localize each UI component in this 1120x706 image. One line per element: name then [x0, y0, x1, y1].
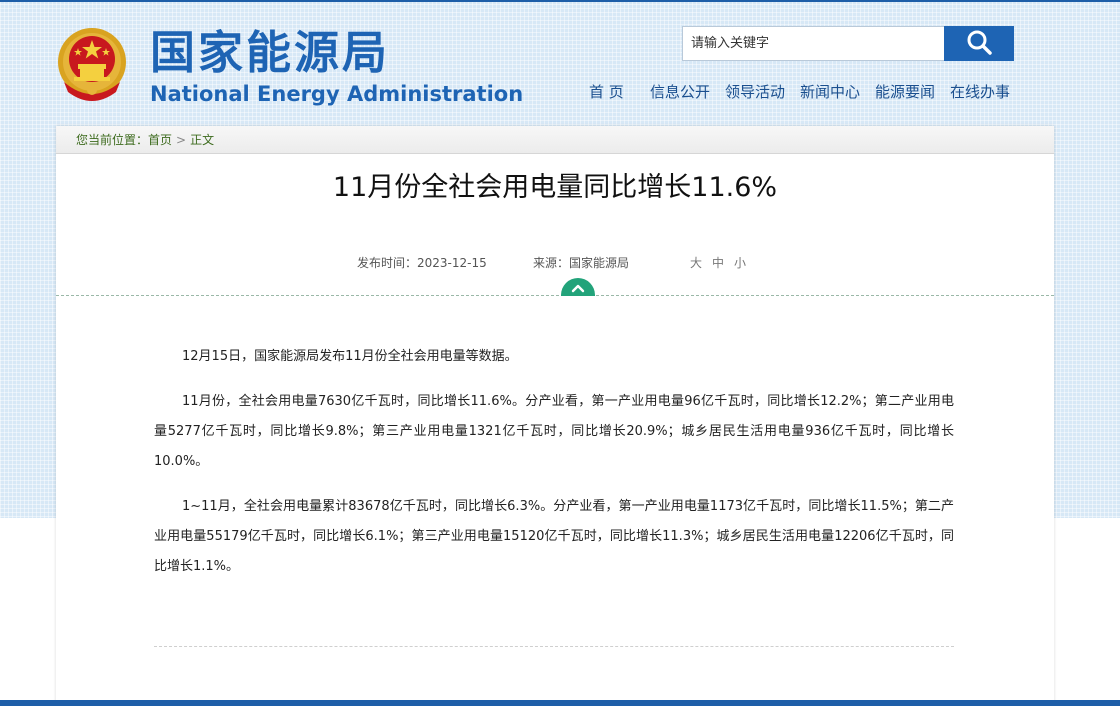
nav-item-home[interactable]: 首 页 — [589, 80, 624, 104]
search-input[interactable] — [683, 27, 945, 60]
content-panel: 您当前位置：首页 > 正文 11月份全社会用电量同比增长11.6% 发布时间：202… — [56, 126, 1054, 706]
search-bar — [682, 26, 1014, 61]
article-source: 来源：国家能源局 — [533, 256, 630, 270]
article-title: 11月份全社会用电量同比增长11.6% — [332, 172, 778, 203]
nav-item-info-disclosure[interactable]: 信息公开 — [650, 80, 710, 104]
breadcrumb-prefix: 您当前位置： — [76, 133, 149, 147]
national-emblem-icon[interactable] — [56, 26, 128, 102]
font-size-small[interactable]: 小 — [734, 254, 746, 272]
font-size-large[interactable]: 大 — [690, 254, 702, 272]
publish-date: 发布时间：2023-12-15 — [357, 256, 487, 270]
top-border — [0, 0, 1120, 2]
site-logo-chinese[interactable]: 国家能源局 — [150, 26, 390, 80]
chevron-up-icon — [571, 278, 585, 297]
article-paragraph: 1~11月，全社会用电量累计83678亿千瓦时，同比增长6.3%。分产业看，第一… — [154, 499, 954, 574]
site-logo-english[interactable]: National Energy Administration — [150, 80, 523, 108]
nav-item-leadership[interactable]: 领导活动 — [725, 80, 785, 104]
article-body: 12月15日，国家能源局发布11月份全社会用电量等数据。 11月份，全社会用电量… — [154, 342, 954, 597]
collapse-toggle[interactable] — [561, 278, 595, 296]
article-end-divider — [154, 646, 954, 647]
breadcrumb-current: 正文 — [190, 133, 215, 147]
nav-item-online-services[interactable]: 在线办事 — [950, 80, 1010, 104]
article-paragraph: 11月份，全社会用电量7630亿千瓦时，同比增长11.6%。分产业看，第一产业用… — [154, 394, 954, 469]
breadcrumb: 您当前位置：首页 > 正文 — [56, 126, 1054, 154]
nav-item-energy-news[interactable]: 能源要闻 — [875, 80, 935, 104]
breadcrumb-separator: > — [176, 133, 187, 147]
breadcrumb-home[interactable]: 首页 — [148, 133, 172, 147]
header-divider — [56, 295, 1054, 296]
font-size-medium[interactable]: 中 — [712, 254, 724, 272]
search-icon — [965, 28, 993, 59]
nav-item-news-center[interactable]: 新闻中心 — [800, 80, 860, 104]
article-paragraph: 12月15日，国家能源局发布11月份全社会用电量等数据。 — [182, 349, 518, 364]
search-button[interactable] — [944, 26, 1014, 61]
bottom-border — [0, 700, 1120, 706]
